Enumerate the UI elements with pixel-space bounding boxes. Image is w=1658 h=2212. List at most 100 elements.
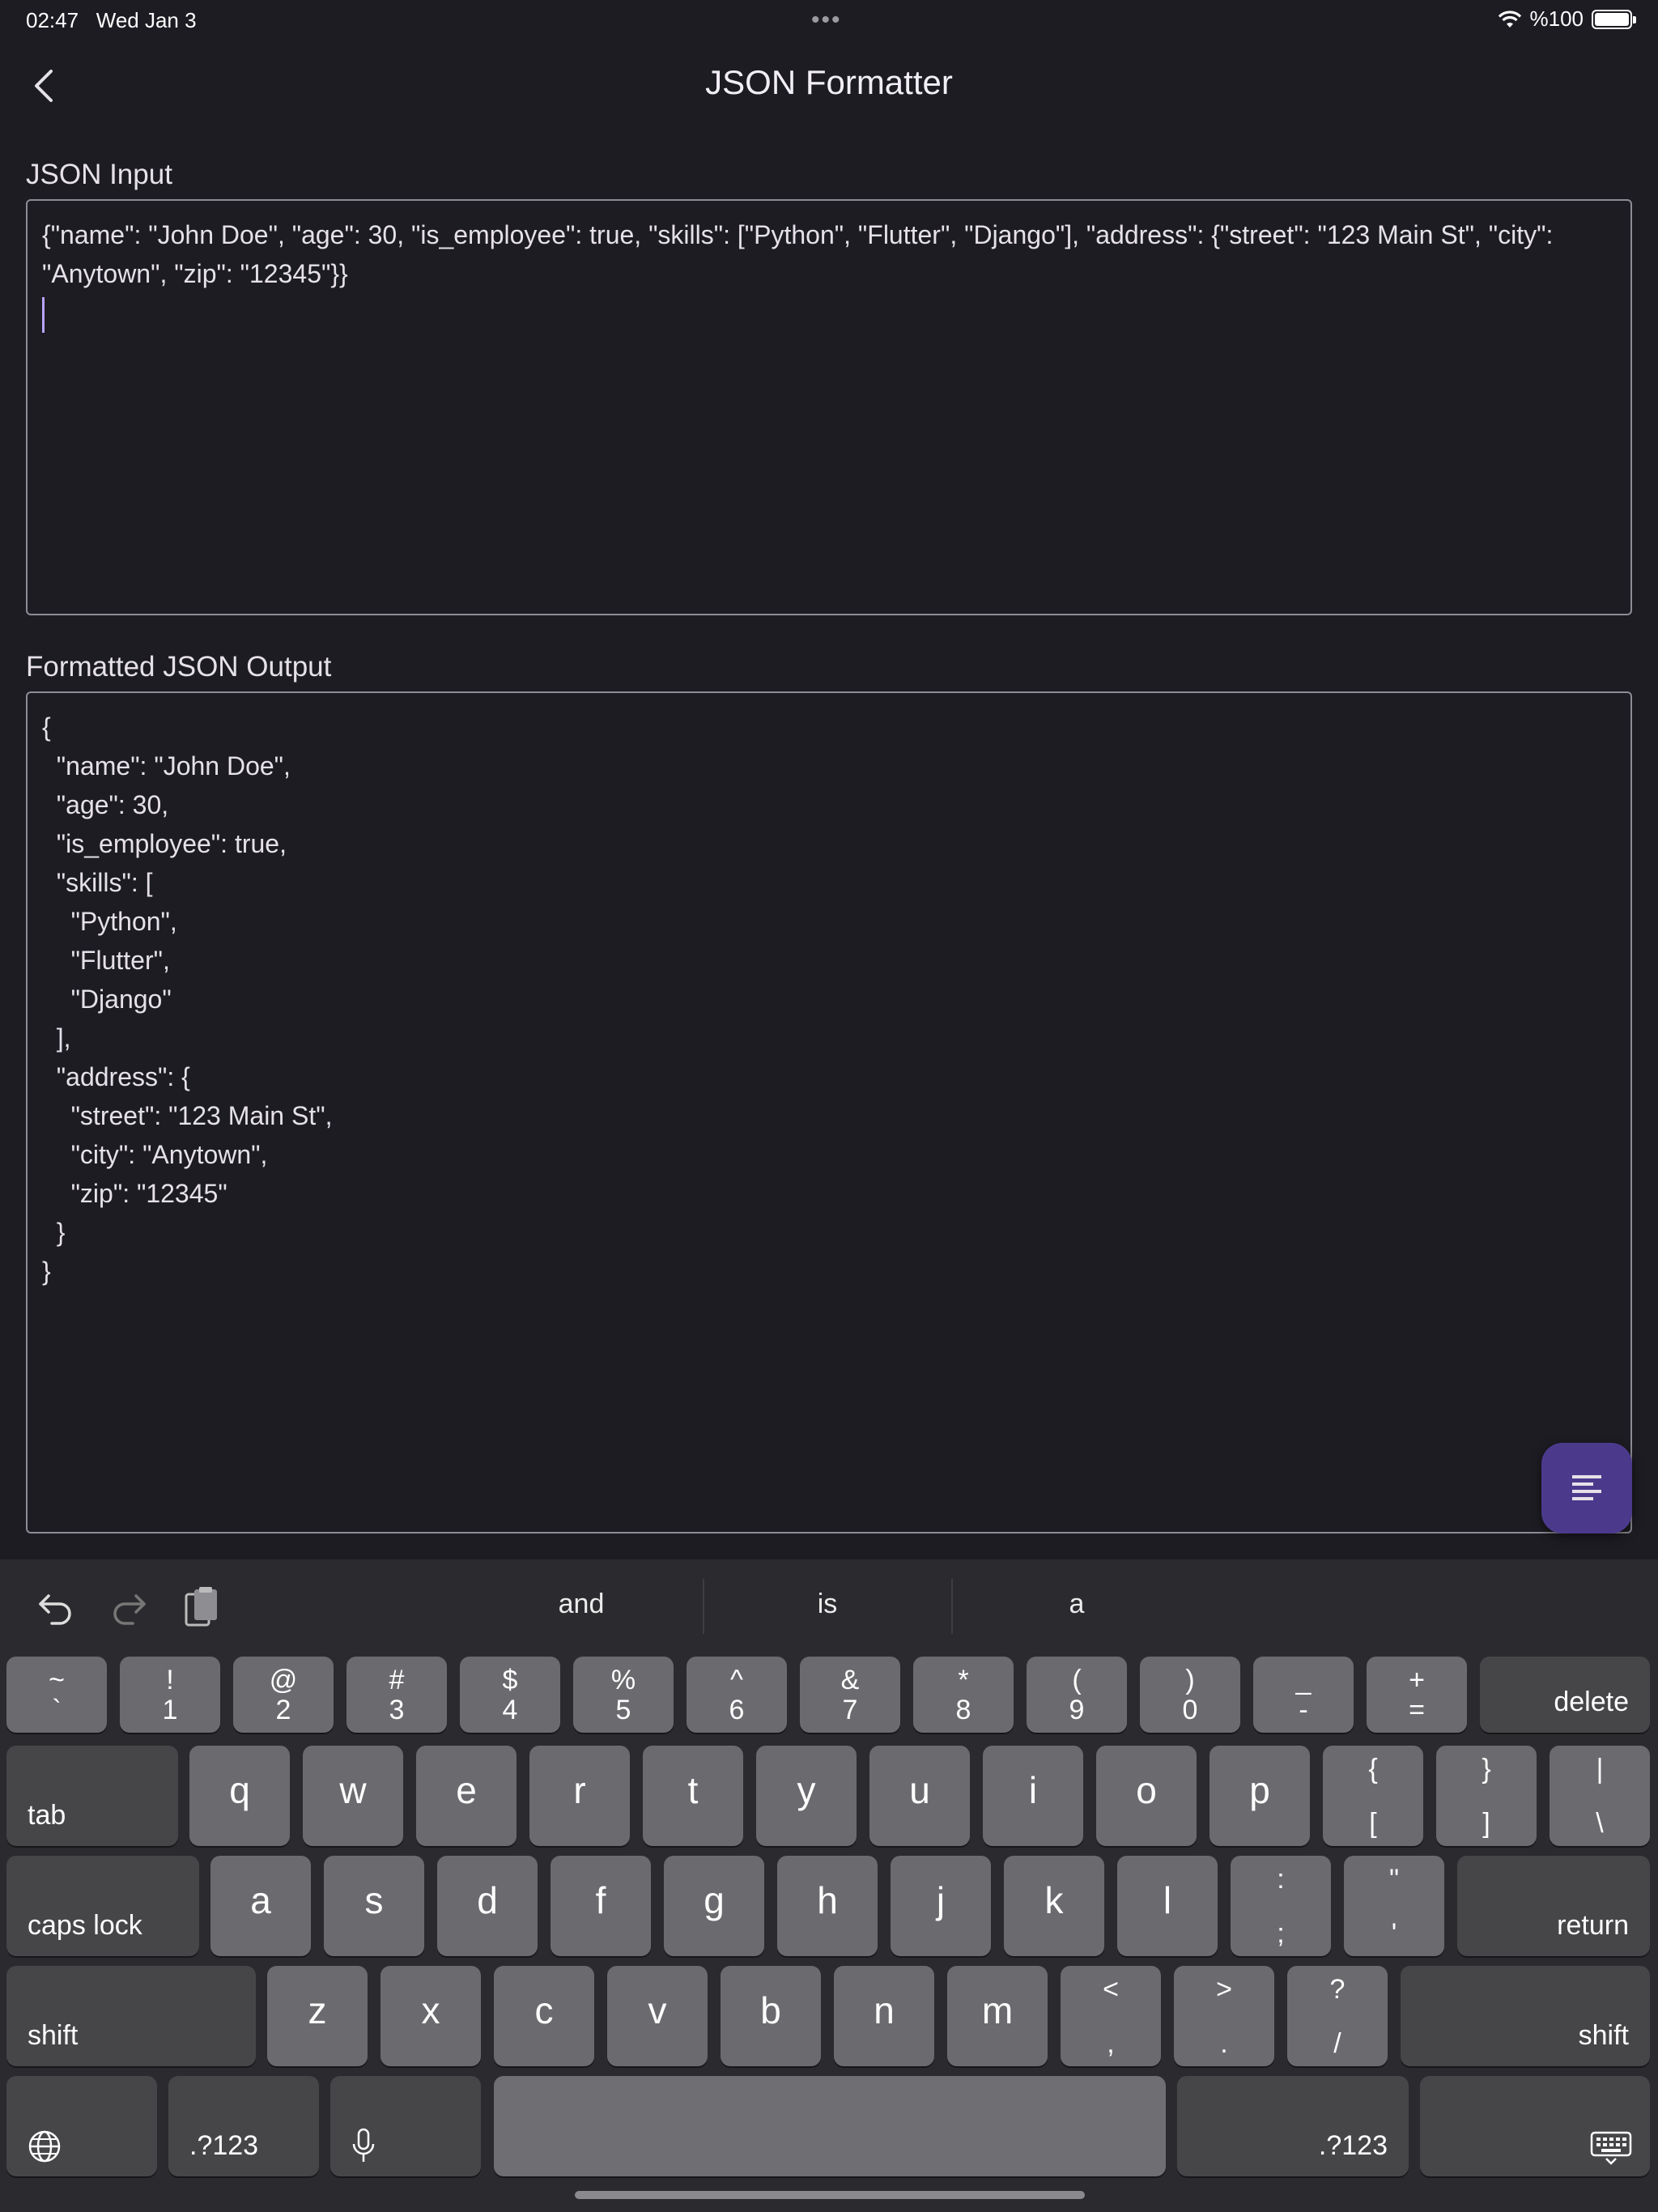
- key-z[interactable]: z: [267, 1966, 368, 2066]
- suggestion-3[interactable]: a: [955, 1589, 1198, 1620]
- json-output-field[interactable]: { "name": "John Doe", "age": 30, "is_emp…: [26, 691, 1632, 1534]
- suggestion-1[interactable]: and: [460, 1589, 703, 1620]
- battery-text: %100: [1529, 6, 1584, 31]
- key-9[interactable]: (9: [1027, 1657, 1127, 1733]
- key-.[interactable]: >.: [1174, 1966, 1274, 2066]
- key-=[interactable]: + =: [1367, 1657, 1467, 1733]
- redo-icon: [113, 1594, 146, 1625]
- key-i[interactable]: i: [983, 1746, 1083, 1846]
- key-d[interactable]: d: [437, 1856, 538, 1956]
- key-m[interactable]: m: [947, 1966, 1048, 2066]
- key-b[interactable]: b: [721, 1966, 821, 2066]
- key-w[interactable]: w: [303, 1746, 403, 1846]
- key-label: 8: [955, 1695, 971, 1725]
- key-`[interactable]: ~ `: [6, 1657, 107, 1733]
- key-s[interactable]: s: [324, 1856, 424, 1956]
- tab-key[interactable]: tab: [6, 1746, 178, 1846]
- key-label: n: [874, 1989, 895, 2031]
- key-q[interactable]: q: [189, 1746, 290, 1846]
- key-7[interactable]: & 7: [800, 1657, 900, 1733]
- key-label: c: [534, 1989, 554, 2031]
- caps-lock-key[interactable]: caps lock: [6, 1856, 199, 1956]
- key-[[interactable]: {[: [1323, 1746, 1423, 1846]
- key-label: j: [936, 1879, 946, 1921]
- key-shift-label: (: [1072, 1665, 1082, 1695]
- key-\[interactable]: | \: [1550, 1746, 1650, 1846]
- key-shift-label: !: [166, 1665, 174, 1695]
- key--[interactable]: _ -: [1253, 1657, 1354, 1733]
- key-u[interactable]: u: [869, 1746, 970, 1846]
- key-0[interactable]: ) 0: [1140, 1657, 1240, 1733]
- key-4[interactable]: $4: [460, 1657, 560, 1733]
- caps-lock-key-label: caps lock: [28, 1910, 142, 1941]
- key-g[interactable]: g: [664, 1856, 764, 1956]
- status-time: 02:47 Wed Jan 3: [26, 8, 197, 32]
- key-p[interactable]: p: [1209, 1746, 1310, 1846]
- key-label: [: [1369, 1808, 1377, 1839]
- multitasking-dots[interactable]: •••: [811, 6, 842, 34]
- key-label: u: [909, 1769, 930, 1811]
- key-e[interactable]: e: [416, 1746, 517, 1846]
- suggestion-2[interactable]: is: [706, 1589, 949, 1620]
- key-3[interactable]: #3: [346, 1657, 447, 1733]
- key-label: x: [421, 1989, 440, 2031]
- undo-button[interactable]: [36, 1587, 76, 1627]
- dictation-key[interactable]: [330, 2076, 481, 2176]
- key-shift-label: *: [958, 1665, 969, 1695]
- key-j[interactable]: j: [891, 1856, 991, 1956]
- numbers-key-right[interactable]: .?123: [1177, 2076, 1409, 2176]
- key-a[interactable]: a: [210, 1856, 311, 1956]
- json-output-text: { "name": "John Doe", "age": 30, "is_emp…: [42, 713, 333, 1286]
- key-label: 4: [502, 1695, 518, 1725]
- globe-icon: [28, 2129, 62, 2163]
- paste-button[interactable]: [181, 1587, 222, 1627]
- key-t[interactable]: t: [643, 1746, 743, 1846]
- key-label: p: [1249, 1769, 1270, 1811]
- key-shift-label: >: [1216, 1974, 1232, 2005]
- json-input-field[interactable]: {"name": "John Doe", "age": 30, "is_empl…: [26, 199, 1632, 615]
- key-6[interactable]: ^ 6: [687, 1657, 787, 1733]
- key-][interactable]: }]: [1436, 1746, 1537, 1846]
- globe-key[interactable]: [6, 2076, 157, 2176]
- return-key[interactable]: return: [1457, 1856, 1650, 1956]
- key-5[interactable]: % 5: [573, 1657, 674, 1733]
- key-;[interactable]: :;: [1231, 1856, 1331, 1956]
- key-1[interactable]: ! 1: [120, 1657, 220, 1733]
- redo-button[interactable]: [108, 1587, 149, 1627]
- key-label: a: [250, 1879, 271, 1921]
- key-r[interactable]: r: [529, 1746, 630, 1846]
- key-n[interactable]: n: [834, 1966, 934, 2066]
- keyboard-dismiss-icon: [1590, 2131, 1632, 2165]
- json-input-text: {"name": "John Doe", "age": 30, "is_empl…: [42, 220, 1554, 288]
- key-,[interactable]: <,: [1061, 1966, 1161, 2066]
- key-f[interactable]: f: [551, 1856, 651, 1956]
- numbers-key-left[interactable]: .?123: [168, 2076, 319, 2176]
- key-l[interactable]: l: [1117, 1856, 1218, 1956]
- key-v[interactable]: v: [607, 1966, 708, 2066]
- suggestion-divider: [951, 1579, 953, 1634]
- key-y[interactable]: y: [756, 1746, 857, 1846]
- key-c[interactable]: c: [494, 1966, 594, 2066]
- key-o[interactable]: o: [1096, 1746, 1197, 1846]
- key-h[interactable]: h: [777, 1856, 878, 1956]
- key-x[interactable]: x: [380, 1966, 481, 2066]
- key-shift-label: $: [502, 1665, 518, 1695]
- key-/[interactable]: ? /: [1287, 1966, 1388, 2066]
- shift-left-key[interactable]: shift: [6, 1966, 256, 2066]
- delete-key[interactable]: delete: [1480, 1657, 1650, 1733]
- hide-keyboard-key[interactable]: [1420, 2076, 1650, 2176]
- key-label: /: [1333, 2028, 1341, 2059]
- key-2[interactable]: @2: [233, 1657, 334, 1733]
- space-key[interactable]: [494, 2076, 1166, 2176]
- key-shift-label: ?: [1329, 1974, 1346, 2005]
- key-label: 2: [275, 1695, 291, 1725]
- microphone-icon: [350, 2128, 377, 2163]
- home-indicator[interactable]: [575, 2191, 1085, 2199]
- key-shift-label: :: [1277, 1864, 1285, 1895]
- key-shift-label: ): [1185, 1665, 1195, 1695]
- key-k[interactable]: k: [1004, 1856, 1104, 1956]
- shift-right-key[interactable]: shift: [1401, 1966, 1650, 2066]
- key-8[interactable]: * 8: [913, 1657, 1014, 1733]
- format-button[interactable]: [1541, 1443, 1632, 1534]
- key-'[interactable]: " ': [1344, 1856, 1444, 1956]
